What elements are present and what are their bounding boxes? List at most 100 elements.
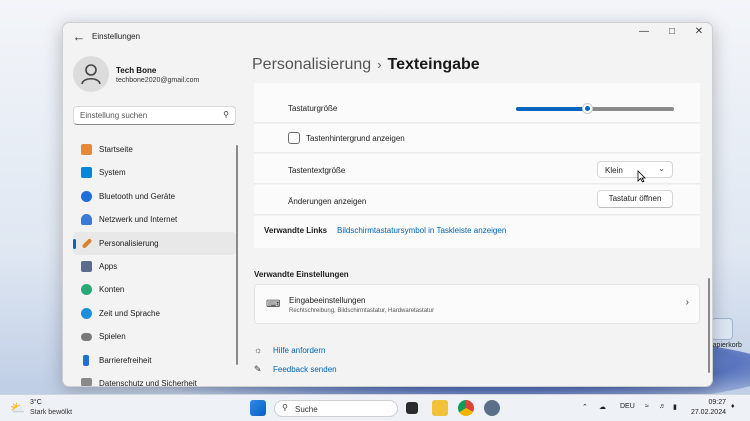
settings-window: ← Einstellungen — □ ✕ Tech Bone techbone… (62, 22, 713, 387)
search-icon[interactable]: ⚲ (223, 110, 229, 119)
title-bar: ← Einstellungen — □ ✕ (63, 23, 712, 51)
sidebar-scrollbar[interactable] (236, 145, 238, 365)
feedback-label: Feedback senden (273, 365, 337, 374)
sidebar-item-system[interactable]: System (73, 161, 236, 184)
search-icon: ⚲ (282, 403, 288, 412)
user-name: Tech Bone (116, 66, 157, 75)
sidebar-item-accessibility[interactable]: Barrierefreiheit (73, 349, 236, 372)
chevron-right-icon: › (685, 297, 689, 308)
sidebar-item-label: Datenschutz und Sicherheit (99, 378, 197, 387)
back-arrow-icon[interactable]: ← (71, 29, 87, 45)
page-title: Texteingabe (387, 56, 480, 73)
sidebar-item-label: Barrierefreiheit (99, 355, 152, 365)
bluetooth-icon (81, 190, 92, 202)
person-icon (81, 284, 92, 296)
sidebar-item-label: Bluetooth und Geräte (99, 191, 176, 201)
card-title: Eingabeeinstellungen (289, 296, 366, 305)
sidebar-item-personalization[interactable]: Personalisierung (73, 231, 236, 255)
monitor-icon (81, 167, 92, 179)
breadcrumb-parent[interactable]: Personalisierung (252, 56, 371, 73)
close-button[interactable]: ✕ (685, 23, 712, 41)
language-indicator[interactable]: DEU (620, 403, 635, 410)
search-input[interactable] (80, 111, 215, 120)
keyboard-icon: ⌨ (266, 299, 281, 310)
mouse-cursor-icon (637, 170, 646, 183)
maximize-button[interactable]: □ (658, 23, 686, 41)
weather-temperature: 3°C (30, 399, 42, 406)
key-background-row: Tastenhintergrund anzeigen (254, 124, 700, 153)
globe-clock-icon (81, 307, 92, 319)
sidebar-item-startseite[interactable]: Startseite (73, 138, 236, 161)
chevron-down-icon: ⌄ (658, 164, 665, 173)
card-subtitle: Rechtschreibung, Bildschirmtastatur, Har… (289, 308, 435, 314)
breadcrumb: Personalisierung › Texteingabe (252, 56, 480, 74)
person-icon (81, 64, 101, 85)
open-keyboard-button[interactable]: Tastatur öffnen (597, 190, 673, 208)
related-settings-title: Verwandte Einstellungen (254, 270, 349, 279)
wifi-icon (81, 214, 92, 226)
slider-fill (516, 107, 588, 111)
key-background-label: Tastenhintergrund anzeigen (306, 134, 405, 143)
sidebar-item-privacy[interactable]: Datenschutz und Sicherheit (73, 372, 236, 387)
window-title: Einstellungen (92, 32, 141, 41)
help-chat-icon: ☼ (254, 345, 263, 355)
chevron-right-icon: › (377, 57, 382, 72)
content-scrollbar[interactable] (708, 278, 710, 373)
sidebar-item-label: Personalisierung (99, 238, 159, 248)
cloud-icon[interactable]: ☁ (599, 403, 606, 411)
settings-search[interactable]: ⚲ (73, 106, 236, 125)
sidebar-nav: Startseite System Bluetooth und Geräte N… (73, 138, 236, 387)
taskbar-search[interactable]: ⚲ Suche (274, 400, 398, 417)
avatar (73, 56, 109, 92)
sidebar-item-label: Spielen (99, 332, 126, 342)
key-text-size-row: Tastentextgröße Klein ⌄ (254, 154, 700, 184)
related-links-label: Verwandte Links (264, 226, 328, 235)
sidebar-item-time-language[interactable]: Zeit und Sprache (73, 302, 236, 325)
feedback-icon: ✎ (254, 364, 262, 374)
user-profile[interactable]: Tech Bone techbone2020@gmail.com (73, 56, 273, 96)
sidebar-item-gaming[interactable]: Spielen (73, 325, 236, 348)
key-text-size-dropdown[interactable]: Klein ⌄ (597, 161, 673, 178)
wifi-icon[interactable]: ≈ (645, 403, 649, 410)
chrome-icon[interactable] (458, 400, 474, 416)
clock-time: 09:27 (708, 399, 726, 406)
input-settings-card[interactable]: ⌨ Eingabeeinstellungen Rechtschreibung, … (254, 284, 700, 324)
chevron-up-icon[interactable]: ⌃ (582, 403, 588, 411)
recycle-bin-icon (711, 318, 733, 340)
cloud-sun-icon: ⛅ (10, 401, 25, 415)
weather-condition: Stark bewölkt (30, 409, 73, 416)
brush-icon (81, 237, 93, 249)
get-help-label: Hilfe anfordern (273, 346, 326, 355)
dropdown-value: Klein (605, 166, 623, 175)
minimize-button[interactable]: — (630, 23, 658, 41)
sidebar-item-apps[interactable]: Apps (73, 255, 236, 278)
sidebar-item-label: System (99, 168, 126, 178)
apps-icon (81, 260, 92, 272)
keyboard-size-row: Tastaturgröße (254, 83, 700, 123)
sidebar-item-network[interactable]: Netzwerk und Internet (73, 208, 236, 231)
settings-gear-icon[interactable] (484, 400, 500, 416)
slider-thumb[interactable] (582, 103, 594, 114)
related-link[interactable]: Bildschirmtastatursymbol in Taskleiste a… (337, 226, 506, 235)
sidebar-item-label: Apps (99, 261, 118, 271)
keyboard-size-slider[interactable] (516, 103, 674, 114)
clock-date: 27.02.2024 (690, 409, 726, 416)
taskbar-clock[interactable]: 09:27 27.02.2024 (690, 398, 726, 418)
start-button-icon[interactable] (250, 400, 266, 416)
volume-icon[interactable]: ♬ (659, 403, 666, 410)
related-links-row: Verwandte Links Bildschirmtastatursymbol… (254, 216, 700, 248)
weather-widget[interactable]: ⛅ 3°C Stark bewölkt (10, 399, 90, 419)
keyboard-size-label: Tastaturgröße (288, 104, 338, 113)
task-view-icon[interactable] (406, 402, 418, 414)
taskbar-search-label: Suche (295, 405, 318, 414)
sidebar-item-accounts[interactable]: Konten (73, 278, 236, 301)
sidebar-item-label: Zeit und Sprache (99, 308, 160, 318)
battery-icon[interactable]: ▮ (673, 403, 677, 411)
sidebar-item-label: Startseite (99, 145, 133, 154)
file-explorer-icon[interactable] (432, 400, 448, 416)
key-text-size-label: Tastentextgröße (288, 166, 346, 175)
user-email: techbone2020@gmail.com (116, 77, 200, 84)
notification-bell-icon[interactable]: ♦ (731, 403, 735, 410)
sidebar-item-bluetooth[interactable]: Bluetooth und Geräte (73, 185, 236, 208)
key-background-checkbox[interactable] (288, 132, 300, 144)
